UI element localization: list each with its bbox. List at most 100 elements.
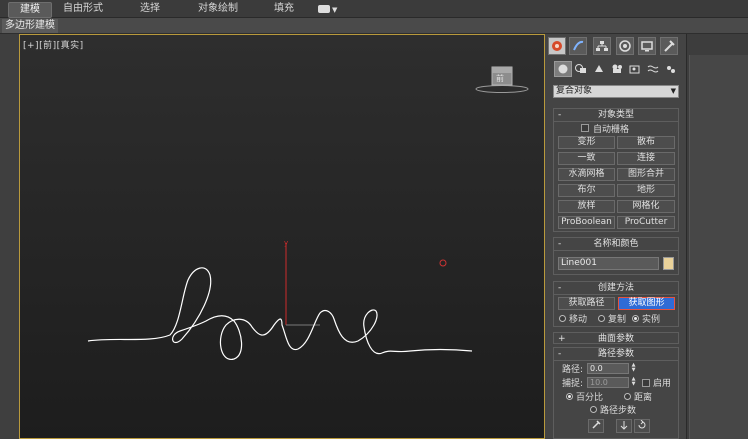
create-tab-icon[interactable] (548, 37, 566, 55)
svg-text:前: 前 (496, 73, 504, 83)
creation-method-rollout: - 创建方法 获取路径 获取图形 移动 复制 实例 (553, 281, 679, 327)
path-steps-radio[interactable] (590, 406, 597, 413)
name-color-header[interactable]: - 名称和颜色 (554, 238, 678, 251)
distance-radio[interactable] (624, 393, 631, 400)
shapemerge-button[interactable]: 图形合并 (617, 168, 675, 181)
boolean-button[interactable]: 布尔 (558, 184, 615, 197)
get-shape-button[interactable]: 获取图形 (618, 297, 675, 310)
path-params-header[interactable]: - 路径参数 (554, 348, 678, 361)
love-spline-shape[interactable] (87, 267, 473, 360)
viewport-label[interactable]: [+][前][真实] (23, 38, 84, 51)
flip-icon-button[interactable] (616, 419, 632, 433)
tab-populate[interactable]: 填充 (268, 2, 300, 16)
front-viewport[interactable]: y [+][前][真实] 前 (19, 34, 545, 439)
ribbon-options-icon[interactable] (318, 5, 330, 13)
rotate-icon (638, 419, 646, 429)
object-name-field[interactable]: Line001 (558, 257, 659, 270)
path-steps-label: 路径步数 (600, 406, 637, 416)
collapse-icon: - (558, 239, 562, 249)
right-strip (686, 34, 748, 439)
enable-label: 启用 (653, 379, 672, 389)
terrain-button[interactable]: 地形 (617, 184, 675, 197)
tab-selection[interactable]: 选择 (132, 2, 168, 16)
object-type-header[interactable]: - 对象类型 (554, 109, 678, 122)
lights-icon[interactable] (590, 61, 608, 77)
geometry-icon[interactable] (554, 61, 572, 77)
category-dropdown[interactable]: 复合对象 ▼ (553, 85, 679, 98)
mesher-button[interactable]: 网格化 (617, 200, 675, 213)
move-label: 移动 (569, 315, 588, 325)
motion-tab-icon[interactable] (616, 37, 634, 55)
creation-method-header[interactable]: - 创建方法 (554, 282, 678, 295)
category-dropdown-value: 复合对象 (556, 86, 593, 96)
spacewarps-icon[interactable] (644, 61, 662, 77)
enable-checkbox[interactable] (642, 379, 650, 387)
surface-params-header[interactable]: + 曲面参数 (554, 333, 678, 345)
viewport-canvas: y (87, 239, 473, 360)
procutter-button[interactable]: ProCutter (617, 216, 675, 229)
loft-button[interactable]: 放样 (558, 200, 615, 213)
blobmesh-button[interactable]: 水滴网格 (558, 168, 615, 181)
get-path-button[interactable]: 获取路径 (558, 297, 615, 310)
path-value-field[interactable]: 0.0 (587, 363, 629, 374)
morph-button[interactable]: 变形 (558, 136, 615, 149)
object-type-title: 对象类型 (597, 110, 634, 120)
modify-tab-icon[interactable] (569, 37, 587, 55)
path-label: 路径: (562, 365, 584, 375)
object-color-swatch[interactable] (663, 257, 674, 270)
instance-label: 实例 (642, 315, 661, 325)
snap-value-field[interactable]: 10.0 (587, 377, 629, 388)
copy-label: 复制 (608, 315, 627, 325)
path-spinner-icon[interactable]: ▲ ▼ (630, 363, 637, 374)
chevron-down-icon[interactable]: ▼ (332, 6, 337, 14)
collapse-icon: - (558, 110, 562, 120)
auto-grid-label: 自动栅格 (593, 125, 630, 135)
snap-spinner-icon[interactable]: ▲ ▼ (630, 377, 637, 388)
name-color-rollout: - 名称和颜色 Line001 (553, 237, 679, 275)
move-radio[interactable] (559, 315, 566, 322)
path-params-title: 路径参数 (597, 349, 634, 359)
collapse-icon: - (558, 349, 562, 359)
auto-grid-checkbox[interactable] (581, 124, 589, 132)
display-tab-icon[interactable] (638, 37, 656, 55)
tab-freeform[interactable]: 自由形式 (60, 2, 106, 16)
creation-method-title: 创建方法 (597, 283, 634, 293)
tab-object-paint[interactable]: 对象绘制 (192, 2, 244, 16)
proboolean-button[interactable]: ProBoolean (558, 216, 615, 229)
helpers-icon[interactable] (626, 61, 644, 77)
command-panel: 复合对象 ▼ - 对象类型 自动栅格 变形 散布 一致 连接 水滴网格 图形合并… (545, 34, 686, 439)
ribbon-tab-bar: 建模 自由形式 选择 对象绘制 填充 ▼ (0, 0, 748, 18)
eyedropper-icon (592, 420, 601, 429)
pivot-marker-icon (439, 259, 447, 267)
left-strip (0, 34, 19, 439)
instance-radio[interactable] (632, 315, 639, 322)
distance-label: 距离 (634, 393, 653, 403)
scatter-button[interactable]: 散布 (617, 136, 675, 149)
ribbon-panel-bar: 多边形建模 (0, 18, 748, 34)
collapse-icon: - (558, 283, 562, 293)
snap-label: 捕捉: (562, 379, 584, 389)
arrow-icon (620, 421, 628, 430)
polygon-modeling-label[interactable]: 多边形建模 (2, 19, 58, 33)
cameras-icon[interactable] (608, 61, 626, 77)
rotate-icon-button[interactable] (634, 419, 650, 433)
tab-modeling[interactable]: 建模 (8, 2, 52, 18)
hierarchy-tab-icon[interactable] (593, 37, 611, 55)
connect-button[interactable]: 连接 (617, 152, 675, 165)
expand-icon: + (558, 334, 566, 344)
pick-icon-button[interactable] (588, 419, 604, 433)
systems-icon[interactable] (662, 61, 680, 77)
svg-text:y: y (284, 239, 288, 247)
path-params-rollout: - 路径参数 路径: 0.0 ▲ ▼ 捕捉: 10.0 ▲ ▼ 启用 百分比 距离 … (553, 347, 679, 439)
shapes-icon[interactable] (572, 61, 590, 77)
utilities-tab-icon[interactable] (660, 37, 678, 55)
surface-params-title: 曲面参数 (597, 334, 634, 344)
chevron-down-icon: ▼ (670, 87, 676, 95)
surface-params-rollout: + 曲面参数 (553, 332, 679, 344)
object-type-rollout: - 对象类型 自动栅格 变形 散布 一致 连接 水滴网格 图形合并 布尔 地形 … (553, 108, 679, 232)
conform-button[interactable]: 一致 (558, 152, 615, 165)
name-color-title: 名称和颜色 (593, 239, 639, 249)
percent-radio[interactable] (566, 393, 573, 400)
copy-radio[interactable] (598, 315, 605, 322)
viewcube-icon[interactable]: 前 (472, 63, 536, 97)
